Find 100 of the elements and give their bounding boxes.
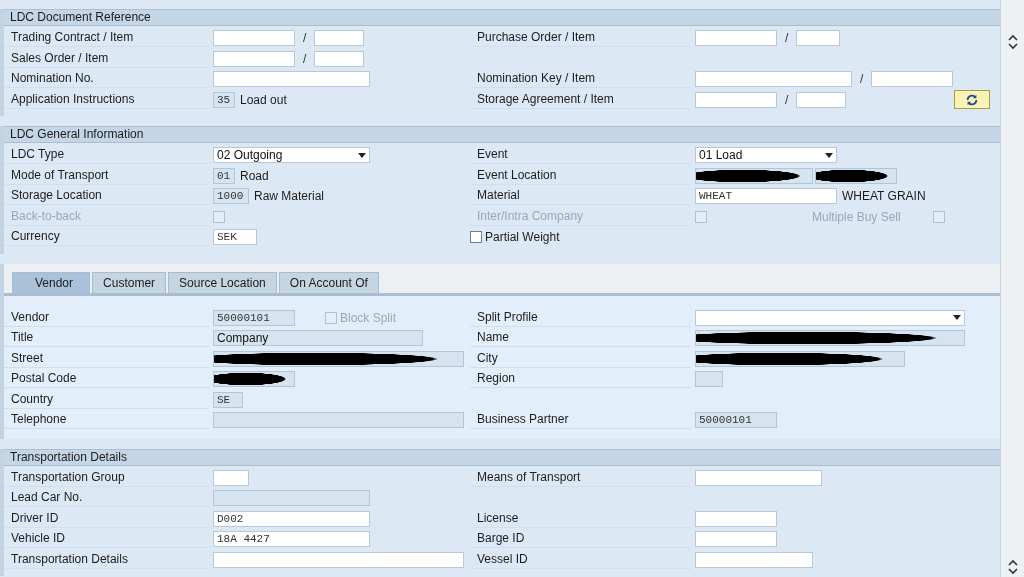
redacted-field[interactable] [815,167,897,184]
input-field[interactable] [213,469,249,486]
field-label: Name [470,329,691,348]
description-text: Multiple Buy Sell [811,209,901,224]
field-label: Event Location [470,166,691,185]
field-label: Postal Code [4,370,209,389]
field-label: Telephone [4,411,209,430]
field-label: Storage Agreement / Item [470,90,691,109]
input-field[interactable] [695,510,777,527]
input-field[interactable] [213,412,464,429]
input-field[interactable] [213,30,295,47]
input-field[interactable] [796,91,847,108]
description-text: WHEAT GRAIN [841,189,926,204]
field-label: Vehicle ID [4,530,209,549]
scroll-arrows-icon [1007,34,1018,50]
input-field[interactable]: 1000 [213,188,249,205]
tab[interactable]: Vendor [12,271,91,293]
tab[interactable]: On Account Of [278,271,379,293]
input-field[interactable]: D002 [213,510,370,527]
input-field[interactable]: 35 [213,91,235,108]
field-label: LDC Type [4,146,209,165]
input-field[interactable]: 18A 4427 [213,531,370,548]
dropdown[interactable]: 02 Outgoing [213,147,370,164]
field-label: Barge ID [470,530,691,549]
field-label: Transportation Details [4,550,209,569]
field-label: Country [4,390,209,409]
field-label: Nomination Key / Item [470,70,691,89]
input-field[interactable] [314,30,365,47]
input-field[interactable] [695,531,777,548]
input-field[interactable]: SEK [213,229,257,246]
field-label: Mode of Transport [4,166,209,185]
field-label: Street [4,349,209,368]
checkbox[interactable]: Partial Weight [470,230,560,245]
input-field[interactable] [213,551,464,568]
field-label: Material [470,187,691,206]
section-header: Transportation Details [4,448,1000,466]
separator-text: / [302,51,308,66]
separator-text: / [302,31,308,46]
input-field[interactable] [213,490,370,507]
tab[interactable]: Source Location [168,271,277,293]
input-field[interactable] [695,551,813,568]
dropdown[interactable]: 01 Load [695,147,837,164]
field-label: Currency [4,228,209,247]
field-label: Sales Order / Item [4,49,209,68]
scroll-arrows-icon [1007,559,1018,575]
field-label: Means of Transport [470,468,691,487]
input-field[interactable]: 50000101 [213,309,295,326]
field-label: Back-to-back [4,207,209,226]
caret-icon [953,315,961,321]
field-label: City [470,349,691,368]
caret-icon [358,152,366,158]
field-label: Split Profile [470,308,691,327]
field-label: Purchase Order / Item [470,29,691,48]
field-label: Title [4,329,209,348]
section-header: LDC Document Reference [4,9,1000,26]
input-field[interactable]: 50000101 [695,412,777,429]
input-field[interactable] [695,30,777,47]
input-field[interactable] [695,71,852,88]
field-label: Event [470,146,691,165]
field-label: Storage Location [4,187,209,206]
separator-text: / [784,31,790,46]
field-label: Transportation Group [4,468,209,487]
input-field[interactable] [695,371,723,388]
separator-text: / [859,72,865,87]
input-field[interactable]: WHEAT [695,188,837,205]
caret-icon [825,152,833,158]
refresh-icon [965,92,979,107]
input-field[interactable] [796,30,841,47]
refresh-button[interactable] [954,90,990,110]
field-label: Vendor [4,308,209,327]
input-field[interactable] [871,71,954,88]
field-label: Driver ID [4,509,209,528]
input-field[interactable] [695,91,777,108]
redacted-field[interactable] [695,350,905,367]
input-field[interactable]: Company [213,330,423,347]
redacted-field[interactable] [213,350,464,367]
redacted-field[interactable] [695,330,965,347]
redacted-field[interactable] [695,167,813,184]
field-label: Nomination No. [4,70,209,89]
field-label: Vessel ID [470,550,691,569]
field-label: Inter/Intra Company [470,207,691,226]
field-label: Lead Car No. [4,489,209,508]
tab[interactable]: Customer [92,271,167,293]
field-label: Trading Contract / Item [4,29,209,48]
description-text: Road [239,168,269,183]
field-label: Region [470,370,691,389]
input-field[interactable] [213,71,370,88]
input-field[interactable] [213,50,295,67]
field-label: License [470,509,691,528]
scrollbar[interactable] [1000,0,1024,577]
field-label: Business Partner [470,411,691,430]
separator-text: / [784,92,790,107]
input-field[interactable]: SE [213,391,243,408]
field-label: Application Instructions [4,90,209,109]
description-text: Raw Material [253,189,325,204]
input-field[interactable] [314,50,365,67]
input-field[interactable]: 01 [213,167,235,184]
redacted-field[interactable] [213,371,295,388]
description-text: Load out [239,92,287,107]
input-field[interactable] [695,469,822,486]
